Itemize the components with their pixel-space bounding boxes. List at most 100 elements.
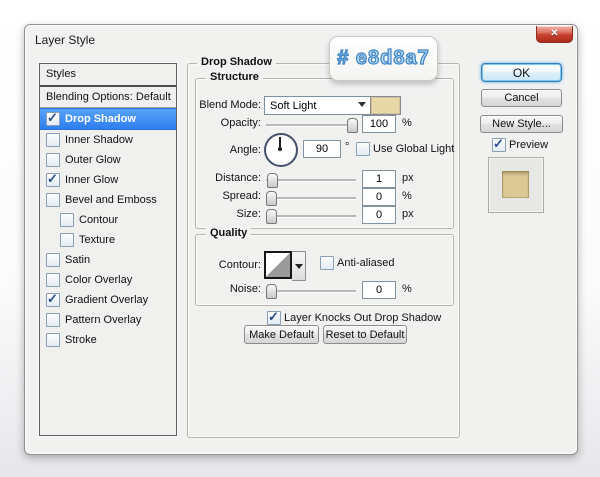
style-checkbox[interactable] <box>46 273 60 287</box>
opacity-slider[interactable] <box>266 118 358 133</box>
window-title: Layer Style <box>35 33 96 47</box>
preview-checkbox[interactable] <box>492 136 506 152</box>
sidebar-item-pattern-overlay[interactable]: Pattern Overlay <box>40 310 176 330</box>
sidebar-item-contour[interactable]: Contour <box>40 210 176 230</box>
spread-unit: % <box>402 190 412 202</box>
chevron-down-icon <box>358 102 366 107</box>
noise-slider[interactable] <box>266 284 356 299</box>
sidebar-item-label: Pattern Overlay <box>65 314 142 326</box>
angle-unit: ° <box>345 141 350 153</box>
sidebar-item-inner-shadow[interactable]: Inner Shadow <box>40 130 176 150</box>
noise-input[interactable]: 0 <box>362 281 396 299</box>
sidebar-item-texture[interactable]: Texture <box>40 230 176 250</box>
distance-slider-thumb[interactable] <box>267 173 278 188</box>
noise-slider-thumb[interactable] <box>266 284 277 299</box>
sidebar-item-blending-options[interactable]: Blending Options: Default <box>40 87 176 108</box>
spread-slider-thumb[interactable] <box>266 191 277 206</box>
blend-mode-select[interactable]: Soft Light <box>264 96 372 115</box>
reset-to-default-button[interactable]: Reset to Default <box>323 325 407 344</box>
angle-input[interactable]: 90 <box>303 140 341 158</box>
contour-picker[interactable] <box>264 251 292 279</box>
style-checkbox[interactable] <box>46 153 60 167</box>
distance-label: Distance: <box>215 172 261 184</box>
angle-label: Angle: <box>229 144 261 156</box>
angle-dial-center <box>278 147 282 151</box>
blend-mode-value: Soft Light <box>270 99 317 112</box>
sidebar-item-bevel-and-emboss[interactable]: Bevel and Emboss <box>40 190 176 210</box>
spread-slider[interactable] <box>266 191 356 206</box>
layer-style-dialog: Layer Style ✕ Styles Blending Options: D… <box>24 24 578 455</box>
style-checkbox[interactable] <box>46 133 60 147</box>
sidebar-item-label: Inner Glow <box>65 174 119 186</box>
contour-dropdown-arrow[interactable] <box>292 251 306 281</box>
quality-group-title: Quality <box>206 227 252 240</box>
shadow-color-swatch[interactable] <box>370 96 401 115</box>
distance-input[interactable]: 1 <box>362 170 396 188</box>
size-input[interactable]: 0 <box>362 206 396 224</box>
drop-shadow-panel-title: Drop Shadow <box>197 56 276 69</box>
opacity-unit: % <box>402 117 412 129</box>
opacity-input[interactable]: 100 <box>362 115 396 133</box>
sidebar-item-label: Bevel and Emboss <box>65 194 157 206</box>
new-style-button[interactable]: New Style... <box>480 115 563 133</box>
angle-dial[interactable] <box>264 133 298 167</box>
style-checkbox[interactable] <box>46 171 60 187</box>
style-checkbox[interactable] <box>60 233 74 247</box>
style-checkbox[interactable] <box>46 193 60 207</box>
distance-unit: px <box>402 172 414 184</box>
style-preview-thumbnail <box>488 157 544 213</box>
structure-group-title: Structure <box>206 71 263 84</box>
use-global-light-checkbox[interactable] <box>356 142 370 156</box>
spread-input[interactable]: 0 <box>362 188 396 206</box>
sidebar-item-label: Texture <box>79 234 116 246</box>
sidebar-item-label: Contour <box>79 214 119 226</box>
style-checkbox[interactable] <box>60 213 74 227</box>
make-default-button[interactable]: Make Default <box>244 325 319 344</box>
ok-button[interactable]: OK <box>481 63 562 82</box>
styles-list: Drop Shadow Inner Shadow Outer Glow Inner G… <box>40 108 176 350</box>
sidebar-item-satin[interactable]: Satin <box>40 250 176 270</box>
size-unit: px <box>402 208 414 220</box>
sidebar-item-label: Gradient Overlay <box>65 294 149 306</box>
sidebar-item-stroke[interactable]: Stroke <box>40 330 176 350</box>
style-checkbox[interactable] <box>46 291 60 307</box>
sidebar-item-inner-glow[interactable]: Inner Glow <box>40 170 176 190</box>
size-slider[interactable] <box>266 209 356 224</box>
styles-list-panel: Styles Blending Options: Default Drop Sh… <box>39 63 177 436</box>
opacity-slider-thumb[interactable] <box>347 118 358 133</box>
sidebar-item-outer-glow[interactable]: Outer Glow <box>40 150 176 170</box>
spread-label: Spread: <box>222 190 261 202</box>
sidebar-item-label: Stroke <box>65 334 97 346</box>
preview-checkbox-label: Preview <box>509 139 549 151</box>
style-preview-swatch <box>502 171 529 198</box>
sidebar-item-color-overlay[interactable]: Color Overlay <box>40 270 176 290</box>
size-slider-thumb[interactable] <box>266 209 277 224</box>
sidebar-item-label: Inner Shadow <box>65 134 133 146</box>
sidebar-item-label: Drop Shadow <box>65 113 136 125</box>
style-checkbox[interactable] <box>46 313 60 327</box>
color-hex-tooltip: # e8d8a7 <box>329 36 438 81</box>
noise-unit: % <box>402 283 412 295</box>
knockout-checkbox[interactable] <box>267 309 281 325</box>
anti-aliased-label: Anti-aliased <box>337 257 395 269</box>
distance-slider[interactable] <box>266 173 356 188</box>
style-checkbox[interactable] <box>46 110 60 126</box>
knockout-label: Layer Knocks Out Drop Shadow <box>284 312 442 324</box>
styles-list-header: Styles <box>40 64 176 87</box>
blend-mode-label: Blend Mode: <box>199 99 261 111</box>
style-checkbox[interactable] <box>46 333 60 347</box>
noise-label: Noise: <box>229 283 261 295</box>
sidebar-item-label: Color Overlay <box>65 274 133 286</box>
sidebar-item-gradient-overlay[interactable]: Gradient Overlay <box>40 290 176 310</box>
style-checkbox[interactable] <box>46 253 60 267</box>
anti-aliased-checkbox[interactable] <box>320 256 334 270</box>
cancel-button[interactable]: Cancel <box>481 89 562 107</box>
color-hex-value: # e8d8a7 <box>337 46 430 69</box>
desktop-background: Layer Style ✕ Styles Blending Options: D… <box>0 0 600 477</box>
use-global-light-label: Use Global Light <box>373 143 455 155</box>
close-icon: ✕ <box>550 28 559 39</box>
size-label: Size: <box>236 208 261 220</box>
sidebar-item-drop-shadow[interactable]: Drop Shadow <box>40 108 176 130</box>
sidebar-item-label: Outer Glow <box>65 154 121 166</box>
close-button[interactable]: ✕ <box>536 26 573 43</box>
